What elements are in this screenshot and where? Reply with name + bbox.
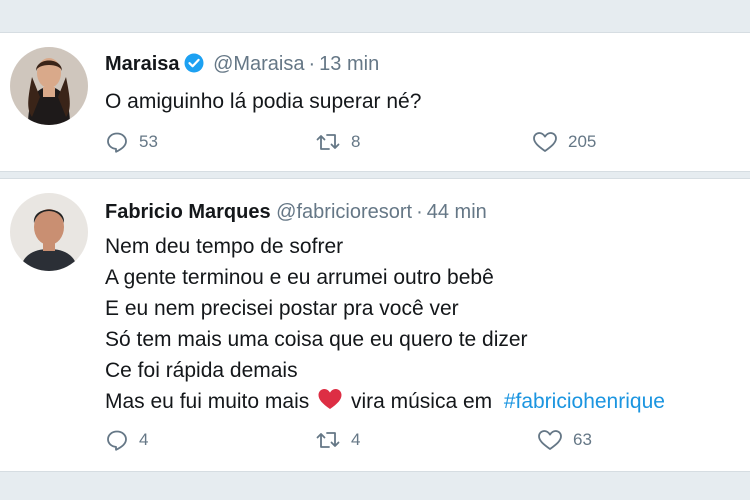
reply-count: 4 <box>139 430 149 449</box>
retweet-count: 8 <box>351 132 361 151</box>
tweet-line: Só tem mais uma coisa que eu quero te di… <box>105 328 528 351</box>
like-count: 205 <box>568 132 597 151</box>
verified-badge-icon <box>184 53 204 80</box>
reply-button[interactable]: 4 <box>105 428 148 452</box>
tweet-text: Nem deu tempo de sofrer A gente terminou… <box>105 231 750 420</box>
avatar[interactable] <box>10 47 88 125</box>
hashtag-link[interactable]: #fabriciohenrique <box>504 390 665 413</box>
reply-icon <box>105 428 129 452</box>
separator: · <box>308 53 316 75</box>
author-handle[interactable]: @fabricioresort <box>276 201 412 223</box>
timestamp[interactable]: 44 min <box>427 201 487 223</box>
like-icon <box>532 130 558 154</box>
like-button[interactable]: 63 <box>537 428 592 452</box>
separator: · <box>416 201 423 223</box>
tweet-maraisa[interactable]: Maraisa @Maraisa · 13 min O amiguinho lá p… <box>0 32 750 172</box>
like-button[interactable]: 205 <box>532 130 596 154</box>
reply-button[interactable]: 53 <box>105 130 158 154</box>
tweet-header: Maraisa @Maraisa · 13 min <box>105 51 750 80</box>
tweet-line: Ce foi rápida demais <box>105 359 298 382</box>
tweet-line: A gente terminou e eu arrumei outro bebê <box>105 266 494 289</box>
tweet-line-text: vira música em <box>350 390 493 413</box>
reply-icon <box>105 130 129 154</box>
retweet-button[interactable]: 4 <box>315 428 360 452</box>
like-count: 63 <box>573 430 592 449</box>
avatar[interactable] <box>10 193 88 271</box>
reply-count: 53 <box>139 132 158 151</box>
tweet-fabricio[interactable]: Fabricio Marques @fabricioresort · 44 min … <box>0 178 750 472</box>
retweet-icon <box>315 428 341 452</box>
author-handle[interactable]: @Maraisa <box>213 53 304 75</box>
tweet-header: Fabricio Marques @fabricioresort · 44 min <box>105 199 750 225</box>
tweet-line: Nem deu tempo de sofrer <box>105 235 344 258</box>
tweet-text: O amiguinho lá podia superar né? <box>105 86 750 117</box>
retweet-button[interactable]: 8 <box>315 130 360 154</box>
retweet-icon <box>315 130 341 154</box>
like-icon <box>537 428 563 452</box>
tweet-line-last: Mas eu fui muito mais vira música em #fa… <box>105 386 750 420</box>
author-name[interactable]: Maraisa <box>105 53 180 75</box>
retweet-count: 4 <box>351 430 361 449</box>
red-heart-emoji <box>317 387 343 420</box>
tweet-line: E eu nem precisei postar pra você ver <box>105 297 459 320</box>
timestamp[interactable]: 13 min <box>319 53 379 75</box>
tweet-line-text: Mas eu fui muito mais <box>105 390 310 413</box>
author-name[interactable]: Fabricio Marques <box>105 201 271 223</box>
tweet-line: O amiguinho lá podia superar né? <box>105 90 422 113</box>
